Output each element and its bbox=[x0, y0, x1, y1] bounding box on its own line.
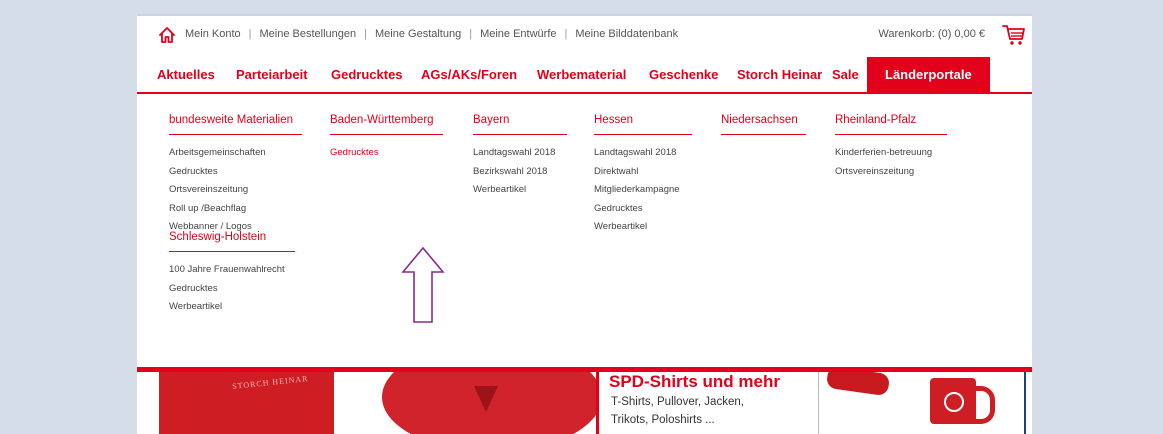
link-gedrucktes[interactable]: Gedrucktes bbox=[594, 200, 692, 219]
link-list: Gedrucktes bbox=[330, 144, 443, 163]
separator: | bbox=[469, 28, 473, 40]
shirts-promo-text: T-Shirts, Pullover, Jacken, bbox=[611, 396, 744, 408]
link-mein-konto[interactable]: Mein Konto bbox=[185, 28, 241, 40]
link-arbeitsgemeinschaften[interactable]: Arbeitsgemeinschaften bbox=[169, 144, 302, 163]
link-ortsvereinszeitung[interactable]: Ortsvereinszeitung bbox=[835, 163, 947, 182]
shirts-promo-panel[interactable]: SPD-Shirts und mehr T-Shirts, Pullover, … bbox=[596, 372, 821, 434]
link-list: Landtagswahl 2018 Bezirkswahl 2018 Werbe… bbox=[473, 144, 567, 200]
tube-product-image bbox=[825, 372, 891, 397]
column-rheinland-pfalz: Rheinland-Pfalz Kinderferien-betreuung O… bbox=[835, 114, 947, 181]
utility-links: Mein Konto | Meine Bestellungen | Meine … bbox=[185, 28, 678, 40]
nav-laenderportale[interactable]: Länderportale bbox=[867, 57, 990, 92]
column-title[interactable]: Baden-Württemberg bbox=[330, 114, 443, 134]
divider bbox=[594, 134, 692, 135]
nav-parteiarbeit[interactable]: Parteiarbeit bbox=[236, 57, 308, 92]
nav-gedrucktes[interactable]: Gedrucktes bbox=[331, 57, 403, 92]
nav-geschenke[interactable]: Geschenke bbox=[649, 57, 718, 92]
link-gedrucktes[interactable]: Gedrucktes bbox=[330, 144, 443, 163]
divider bbox=[330, 134, 443, 135]
column-title[interactable]: Rheinland-Pfalz bbox=[835, 114, 947, 134]
link-landtagswahl-2018[interactable]: Landtagswahl 2018 bbox=[473, 144, 567, 163]
link-ortsvereinszeitung[interactable]: Ortsvereinszeitung bbox=[169, 181, 302, 200]
link-gedrucktes[interactable]: Gedrucktes bbox=[169, 280, 295, 299]
product-tile[interactable] bbox=[906, 372, 1026, 434]
separator: | bbox=[564, 28, 568, 40]
nav-ags-aks-foren[interactable]: AGs/AKs/Foren bbox=[421, 57, 517, 92]
column-hessen: Hessen Landtagswahl 2018 Direktwahl Mitg… bbox=[594, 114, 692, 237]
divider bbox=[835, 134, 947, 135]
column-bayern: Bayern Landtagswahl 2018 Bezirkswahl 201… bbox=[473, 114, 567, 200]
cart-summary[interactable]: Warenkorb: (0) 0,00 € bbox=[878, 28, 985, 40]
laenderportale-dropdown: bundesweite Materialien Arbeitsgemeinsch… bbox=[137, 94, 1032, 367]
home-icon[interactable] bbox=[158, 26, 176, 44]
nav-sale[interactable]: Sale bbox=[832, 57, 859, 92]
mug-handle bbox=[972, 386, 995, 424]
column-title[interactable]: bundesweite Materialien bbox=[169, 114, 302, 134]
divider bbox=[169, 251, 295, 252]
column-title[interactable]: Schleswig-Holstein bbox=[169, 231, 295, 251]
link-list: 100 Jahre Frauenwahlrecht Gedrucktes Wer… bbox=[169, 261, 295, 317]
link-meine-bilddatenbank[interactable]: Meine Bilddatenbank bbox=[575, 28, 678, 40]
up-arrow-annotation-icon bbox=[401, 246, 445, 323]
link-list: Kinderferien-betreuung Ortsvereinszeitun… bbox=[835, 144, 947, 181]
link-werbeartikel[interactable]: Werbeartikel bbox=[169, 298, 295, 317]
nav-werbematerial[interactable]: Werbematerial bbox=[537, 57, 626, 92]
link-meine-bestellungen[interactable]: Meine Bestellungen bbox=[260, 28, 357, 40]
column-niedersachsen: Niedersachsen bbox=[721, 114, 806, 144]
link-list: Landtagswahl 2018 Direktwahl Mitgliederk… bbox=[594, 144, 692, 237]
promo-banner: STORCH HEINAR SPD-Shirts und mehr T-Shir… bbox=[137, 367, 1032, 434]
nav-aktuelles[interactable]: Aktuelles bbox=[157, 57, 215, 92]
column-baden-wuerttemberg: Baden-Württemberg Gedrucktes bbox=[330, 114, 443, 163]
link-mitgliederkampagne[interactable]: Mitgliederkampagne bbox=[594, 181, 692, 200]
link-gedrucktes[interactable]: Gedrucktes bbox=[169, 163, 302, 182]
link-meine-gestaltung[interactable]: Meine Gestaltung bbox=[375, 28, 461, 40]
shopping-cart-icon[interactable] bbox=[1002, 24, 1026, 46]
separator: | bbox=[364, 28, 367, 40]
mug-logo-text: STORCH HEINAR bbox=[231, 374, 309, 391]
column-title[interactable]: Hessen bbox=[594, 114, 692, 134]
divider bbox=[721, 134, 806, 135]
link-kinderferien-betreuung[interactable]: Kinderferien-betreuung bbox=[835, 144, 947, 163]
divider bbox=[169, 134, 302, 135]
shirts-promo-text: Trikots, Poloshirts ... bbox=[611, 414, 715, 426]
link-landtagswahl-2018[interactable]: Landtagswahl 2018 bbox=[594, 144, 692, 163]
column-schleswig-holstein: Schleswig-Holstein 100 Jahre Frauenwahlr… bbox=[169, 231, 295, 317]
column-title[interactable]: Bayern bbox=[473, 114, 567, 134]
link-direktwahl[interactable]: Direktwahl bbox=[594, 163, 692, 182]
link-roll-up-beachflag[interactable]: Roll up /Beachflag bbox=[169, 200, 302, 219]
column-title[interactable]: Niedersachsen bbox=[721, 114, 806, 134]
link-list: Arbeitsgemeinschaften Gedrucktes Ortsver… bbox=[169, 144, 302, 237]
link-meine-entwuerfe[interactable]: Meine Entwürfe bbox=[480, 28, 556, 40]
product-tile[interactable] bbox=[818, 372, 908, 434]
utility-bar: Mein Konto | Meine Bestellungen | Meine … bbox=[137, 14, 1032, 57]
nav-storch-heinar[interactable]: Storch Heinar bbox=[737, 57, 822, 92]
link-werbeartikel[interactable]: Werbeartikel bbox=[594, 218, 692, 237]
cap-detail bbox=[474, 386, 498, 412]
mug-product-image[interactable]: STORCH HEINAR bbox=[159, 372, 334, 434]
mug-logo-icon bbox=[944, 392, 964, 412]
link-werbeartikel[interactable]: Werbeartikel bbox=[473, 181, 567, 200]
separator: | bbox=[248, 28, 252, 40]
shirts-promo-title: SPD-Shirts und mehr bbox=[609, 372, 780, 391]
main-navigation: Aktuelles Parteiarbeit Gedrucktes AGs/AK… bbox=[137, 57, 1032, 94]
link-bezirkswahl-2018[interactable]: Bezirkswahl 2018 bbox=[473, 163, 567, 182]
column-bundesweite-materialien: bundesweite Materialien Arbeitsgemeinsch… bbox=[169, 114, 302, 237]
link-100-jahre-frauenwahlrecht[interactable]: 100 Jahre Frauenwahlrecht bbox=[169, 261, 295, 280]
divider bbox=[473, 134, 567, 135]
page: Mein Konto | Meine Bestellungen | Meine … bbox=[137, 14, 1032, 434]
